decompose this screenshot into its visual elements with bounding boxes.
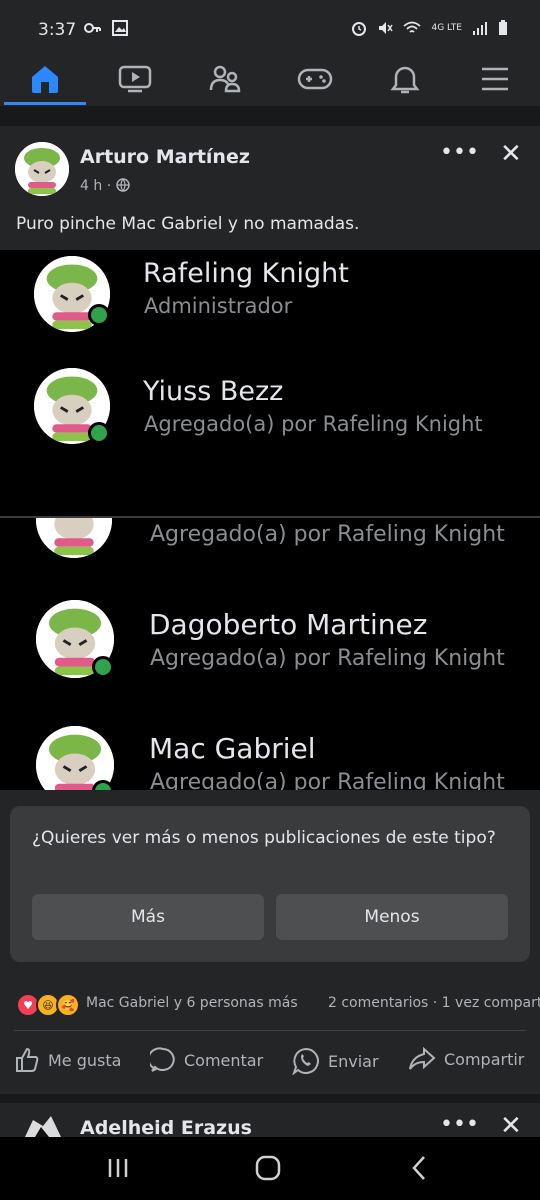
send-label: Enviar — [328, 1051, 379, 1071]
less-button[interactable]: Menos — [276, 894, 508, 940]
reactions-summary[interactable]: Mac Gabriel y 6 personas más — [86, 995, 298, 1011]
alarm-icon — [352, 22, 367, 36]
tab-gaming[interactable] — [275, 52, 355, 106]
care-reaction-icon: 🥰 — [56, 993, 80, 1017]
preference-question: ¿Quieres ver más o menos publicaciones d… — [32, 828, 496, 848]
status-time: 3:37 — [38, 20, 77, 40]
signal-icon — [473, 22, 487, 35]
online-indicator — [88, 304, 110, 326]
recent-apps-icon[interactable] — [106, 1157, 130, 1179]
video-icon — [118, 65, 152, 93]
comment-button[interactable]: Comentar — [150, 1047, 263, 1073]
member-role: Agregado(a) por Rafeling Knight — [150, 646, 505, 671]
member-role: Administrador — [144, 294, 293, 318]
member-role: Agregado(a) por Rafeling Knight — [150, 522, 505, 547]
online-indicator — [88, 422, 110, 444]
post-time[interactable]: 4 h — [80, 178, 102, 194]
home-icon — [32, 66, 58, 93]
engagement-counts: 2 comentarios · 1 vez compartido — [328, 995, 540, 1011]
post-meta: 4 h · — [80, 178, 130, 194]
gamepad-icon — [297, 68, 333, 90]
author-avatar[interactable] — [15, 142, 69, 196]
image-crop-mask — [0, 476, 540, 516]
network-label: 4G LTE — [431, 23, 462, 33]
system-nav-bar — [0, 1137, 540, 1200]
tab-notifications[interactable] — [365, 52, 445, 106]
share-label: Compartir — [444, 1049, 525, 1069]
battery-icon — [499, 20, 507, 35]
member-name: Mac Gabriel — [149, 732, 316, 765]
online-indicator — [92, 656, 114, 678]
share-button[interactable]: Compartir — [408, 1047, 524, 1071]
tab-groups[interactable] — [185, 52, 265, 106]
post-options-icon[interactable]: ••• — [440, 140, 479, 165]
next-post-author[interactable]: Adelheid Erazus — [80, 1117, 252, 1139]
post-image[interactable]: Rafeling Knight Administrador Yiuss Bezz… — [0, 250, 540, 790]
next-post-options-icon[interactable]: ••• — [440, 1112, 479, 1137]
online-indicator — [92, 780, 114, 790]
bell-icon — [390, 66, 420, 94]
key-icon — [84, 23, 101, 33]
main-nav — [0, 52, 540, 106]
image-icon — [112, 20, 128, 36]
like-label: Me gusta — [48, 1050, 122, 1070]
back-icon[interactable] — [410, 1155, 428, 1181]
wifi-icon — [403, 21, 422, 33]
reaction-icons[interactable]: ♥ 😆 🥰 — [16, 993, 80, 1017]
image-seam-divider — [0, 516, 540, 518]
comment-bubble-icon — [150, 1047, 175, 1072]
more-button[interactable]: Más — [32, 894, 264, 940]
tab-menu[interactable] — [455, 52, 535, 106]
member-role: Agregado(a) por Rafeling Knight — [150, 770, 505, 790]
comment-label: Comentar — [184, 1050, 264, 1070]
whatsapp-icon — [292, 1047, 319, 1075]
like-button[interactable]: Me gusta — [14, 1047, 121, 1073]
feed-preference-box: ¿Quieres ver más o menos publicaciones d… — [10, 806, 530, 962]
people-icon — [209, 65, 241, 93]
mute-icon — [379, 22, 394, 34]
member-name: Dagoberto Martinez — [149, 608, 428, 641]
send-button[interactable]: Enviar — [292, 1047, 379, 1075]
close-icon[interactable]: ✕ — [500, 139, 522, 169]
member-name: Rafeling Knight — [143, 258, 349, 289]
globe-icon — [115, 178, 130, 193]
status-bar: 3:37 4G LTE — [0, 0, 540, 52]
actions-divider — [14, 1030, 526, 1031]
comments-count[interactable]: 2 comentarios — [328, 995, 428, 1011]
tab-home[interactable] — [5, 52, 85, 106]
share-arrow-icon — [409, 1047, 436, 1070]
hamburger-menu-icon — [482, 67, 508, 91]
thumbs-up-icon — [16, 1047, 39, 1072]
post-author[interactable]: Arturo Martínez — [80, 146, 250, 168]
member-role: Agregado(a) por Rafeling Knight — [144, 412, 483, 436]
meta-separator: · — [106, 178, 112, 194]
active-tab-indicator — [4, 102, 86, 105]
post-text: Puro pinche Mac Gabriel y no mamadas. — [16, 214, 360, 234]
member-name: Yiuss Bezz — [143, 376, 284, 407]
plush-avatar-icon — [15, 142, 69, 196]
shares-count[interactable]: · 1 vez compartido — [433, 995, 540, 1011]
home-button-icon[interactable] — [255, 1155, 281, 1181]
tab-watch[interactable] — [95, 52, 175, 106]
